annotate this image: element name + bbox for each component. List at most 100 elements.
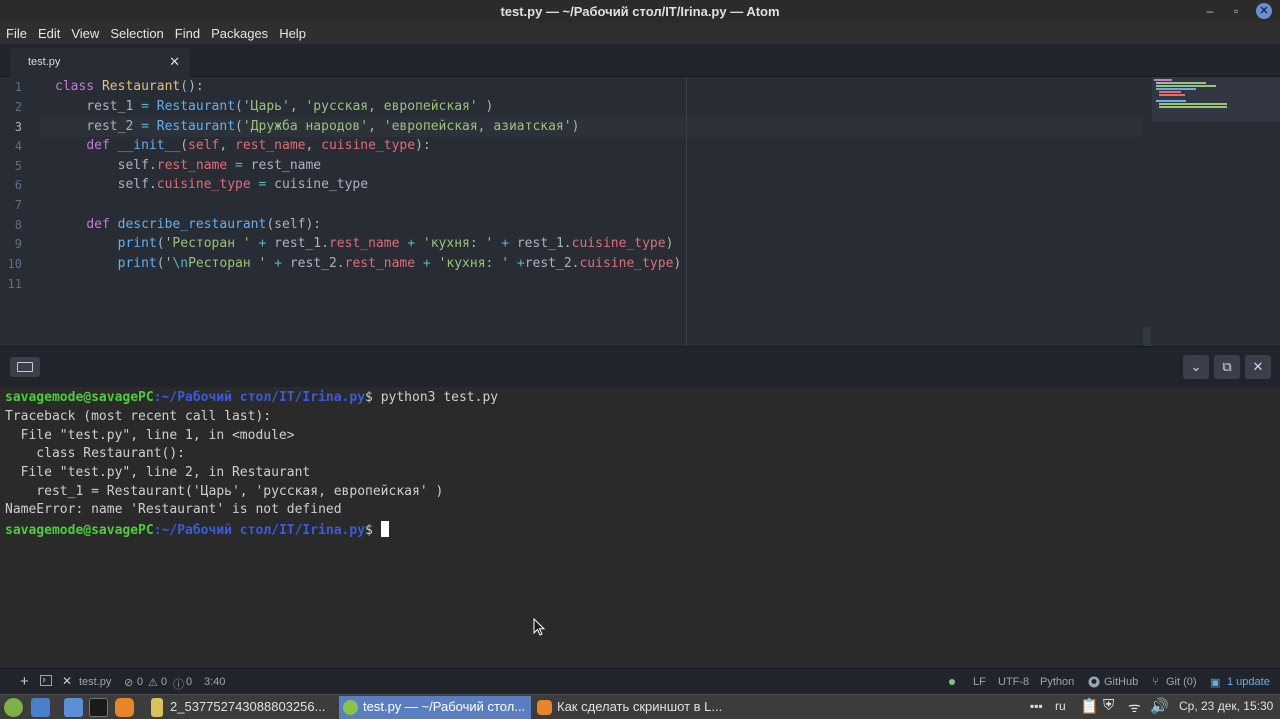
grammar[interactable]: Python xyxy=(1040,676,1074,688)
add-icon[interactable]: + xyxy=(20,673,29,690)
close-icon[interactable]: ✕ xyxy=(62,674,72,688)
terminal-cursor xyxy=(380,521,389,537)
cursor-position[interactable]: 3:40 xyxy=(204,676,225,688)
line-number: 5 xyxy=(14,159,22,173)
github-icon[interactable] xyxy=(1088,676,1100,691)
update-icon[interactable]: ▣ xyxy=(1210,676,1220,689)
task-image-file[interactable]: 2_537752743088803256... xyxy=(146,696,336,719)
terminal-output-line: File "test.py", line 1, in <module> xyxy=(5,428,295,443)
close-window-icon[interactable]: ✕ xyxy=(1256,3,1272,19)
line-number: 9 xyxy=(14,237,22,251)
menu-bar: File Edit View Selection Find Packages H… xyxy=(0,23,1280,44)
close-terminal-icon[interactable]: ✕ xyxy=(1245,355,1271,379)
tab-label: test.py xyxy=(28,56,61,68)
line-number: 8 xyxy=(14,218,22,232)
terminal-output-line: NameError: name 'Restaurant' is not defi… xyxy=(5,502,342,517)
firefox-task-icon xyxy=(537,700,552,715)
atom-icon xyxy=(343,700,358,715)
menu-help[interactable]: Help xyxy=(279,26,306,41)
shield-icon[interactable]: ⛨ xyxy=(1103,697,1114,714)
menu-find[interactable]: Find xyxy=(175,26,200,41)
git-label[interactable]: Git (0) xyxy=(1166,676,1197,688)
task-label: 2_537752743088803256... xyxy=(170,699,326,714)
terminal-icon[interactable] xyxy=(40,675,52,689)
line-number: 4 xyxy=(14,139,22,153)
prompt-symbol: $ xyxy=(365,523,373,538)
keyboard-layout[interactable]: ru xyxy=(1055,699,1066,713)
code-line-3: rest_2 = Restaurant('Дружба народов', 'е… xyxy=(55,119,580,134)
line-number: 10 xyxy=(7,257,22,271)
minimize-icon[interactable]: – xyxy=(1202,3,1218,19)
files-icon[interactable] xyxy=(64,698,83,717)
task-atom[interactable]: test.py — ~/Рабочий стол... xyxy=(339,696,531,719)
code-line-1: class Restaurant(): xyxy=(55,79,204,94)
prompt-symbol: $ xyxy=(365,390,373,405)
terminal-panel-header: ⌄ ⧉ ✕ xyxy=(0,346,1280,387)
menu-file[interactable]: File xyxy=(6,26,27,41)
info-icon[interactable]: ⓘ xyxy=(173,676,184,692)
code-line-8: def describe_restaurant(self): xyxy=(86,217,322,232)
prompt-user: savagemode@savagePC xyxy=(5,523,154,538)
encoding[interactable]: UTF-8 xyxy=(998,676,1029,688)
code-line-5: self.rest_name = rest_name xyxy=(55,158,322,173)
prompt-path: :~/Рабочий стол/IT/Irina.py xyxy=(153,390,366,405)
update-label[interactable]: 1 update xyxy=(1227,676,1270,688)
code-line-6: self.cuisine_type = cuisine_type xyxy=(55,177,369,192)
code-line-9: print('Ресторан ' + rest_1.rest_name + '… xyxy=(117,236,674,251)
minimap[interactable] xyxy=(1152,77,1280,122)
mouse-pointer-icon xyxy=(533,618,546,636)
code-editor[interactable]: 1 2 3 4 5 6 7 8 9 10 11 class Restaurant… xyxy=(0,77,1280,346)
terminal-app-icon[interactable] xyxy=(89,698,108,717)
maximize-terminal-icon[interactable]: ⧉ xyxy=(1214,355,1240,379)
window-title: test.py — ~/Рабочий стол/IT/Irina.py — A… xyxy=(500,4,780,19)
terminal-command: python3 test.py xyxy=(372,390,499,405)
maximize-icon[interactable]: ▫ xyxy=(1228,3,1244,19)
menu-view[interactable]: View xyxy=(71,26,99,41)
wifi-icon[interactable]: ᯤ xyxy=(1128,698,1141,717)
prompt-user: savagemode@savagePC xyxy=(5,390,154,405)
tab-bar: test.py ✕ xyxy=(0,44,1280,77)
code-line-4: def __init__(self, rest_name, cuisine_ty… xyxy=(86,138,431,153)
keyboard-icon[interactable] xyxy=(10,357,40,377)
menu-selection[interactable]: Selection xyxy=(110,26,163,41)
error-icon[interactable]: ⊘ xyxy=(124,676,133,689)
status-file-name[interactable]: test.py xyxy=(79,676,111,688)
clipboard-icon[interactable]: 📋 xyxy=(1080,697,1099,715)
terminal-output-line: File "test.py", line 2, in Restaurant xyxy=(5,465,311,480)
line-ending[interactable]: LF xyxy=(973,676,986,688)
firefox-icon[interactable] xyxy=(115,698,134,717)
terminal[interactable]: savagemode@savagePC:~/Рабочий стол/IT/Ir… xyxy=(0,387,1280,668)
mint-menu-icon[interactable] xyxy=(4,698,23,717)
warning-count: 0 xyxy=(161,676,168,688)
wrap-guide xyxy=(686,77,687,346)
scrollbar-thumb[interactable] xyxy=(1143,327,1151,346)
task-label: test.py — ~/Рабочий стол... xyxy=(363,699,526,714)
window-titlebar: test.py — ~/Рабочий стол/IT/Irina.py — A… xyxy=(0,0,1280,23)
git-branch-icon[interactable]: ⑂ xyxy=(1152,676,1159,688)
system-taskbar: 2_537752743088803256... test.py — ~/Рабо… xyxy=(0,694,1280,719)
code-line-2: rest_1 = Restaurant('Царь', 'русская, ев… xyxy=(55,99,494,114)
line-number: 3 xyxy=(14,120,22,134)
terminal-output-line: class Restaurant(): xyxy=(5,446,186,461)
code-line-10: print('\nРесторан ' + rest_2.rest_name +… xyxy=(117,256,682,271)
line-number: 2 xyxy=(14,100,22,114)
line-number: 6 xyxy=(14,178,22,192)
line-number: 1 xyxy=(14,80,22,94)
menu-packages[interactable]: Packages xyxy=(211,26,268,41)
menu-edit[interactable]: Edit xyxy=(38,26,60,41)
prompt-path: :~/Рабочий стол/IT/Irina.py xyxy=(153,523,366,538)
collapse-terminal-icon[interactable]: ⌄ xyxy=(1183,355,1209,379)
tray-menu-icon[interactable]: ▪▪▪ xyxy=(1030,699,1043,713)
warning-icon[interactable]: ⚠ xyxy=(148,676,158,689)
show-desktop-icon[interactable] xyxy=(31,698,50,717)
github-label[interactable]: GitHub xyxy=(1104,676,1138,688)
tab-test-py[interactable]: test.py ✕ xyxy=(10,48,190,77)
tab-close-icon[interactable]: ✕ xyxy=(169,54,180,70)
volume-icon[interactable]: 🔊 xyxy=(1150,697,1169,715)
clock[interactable]: Ср, 23 дек, 15:30 xyxy=(1179,699,1273,713)
info-count: 0 xyxy=(186,676,193,688)
task-browser[interactable]: Как сделать скриншот в L... xyxy=(533,696,723,719)
terminal-output-line: rest_1 = Restaurant('Царь', 'русская, ев… xyxy=(5,484,444,499)
line-number: 11 xyxy=(7,277,22,291)
